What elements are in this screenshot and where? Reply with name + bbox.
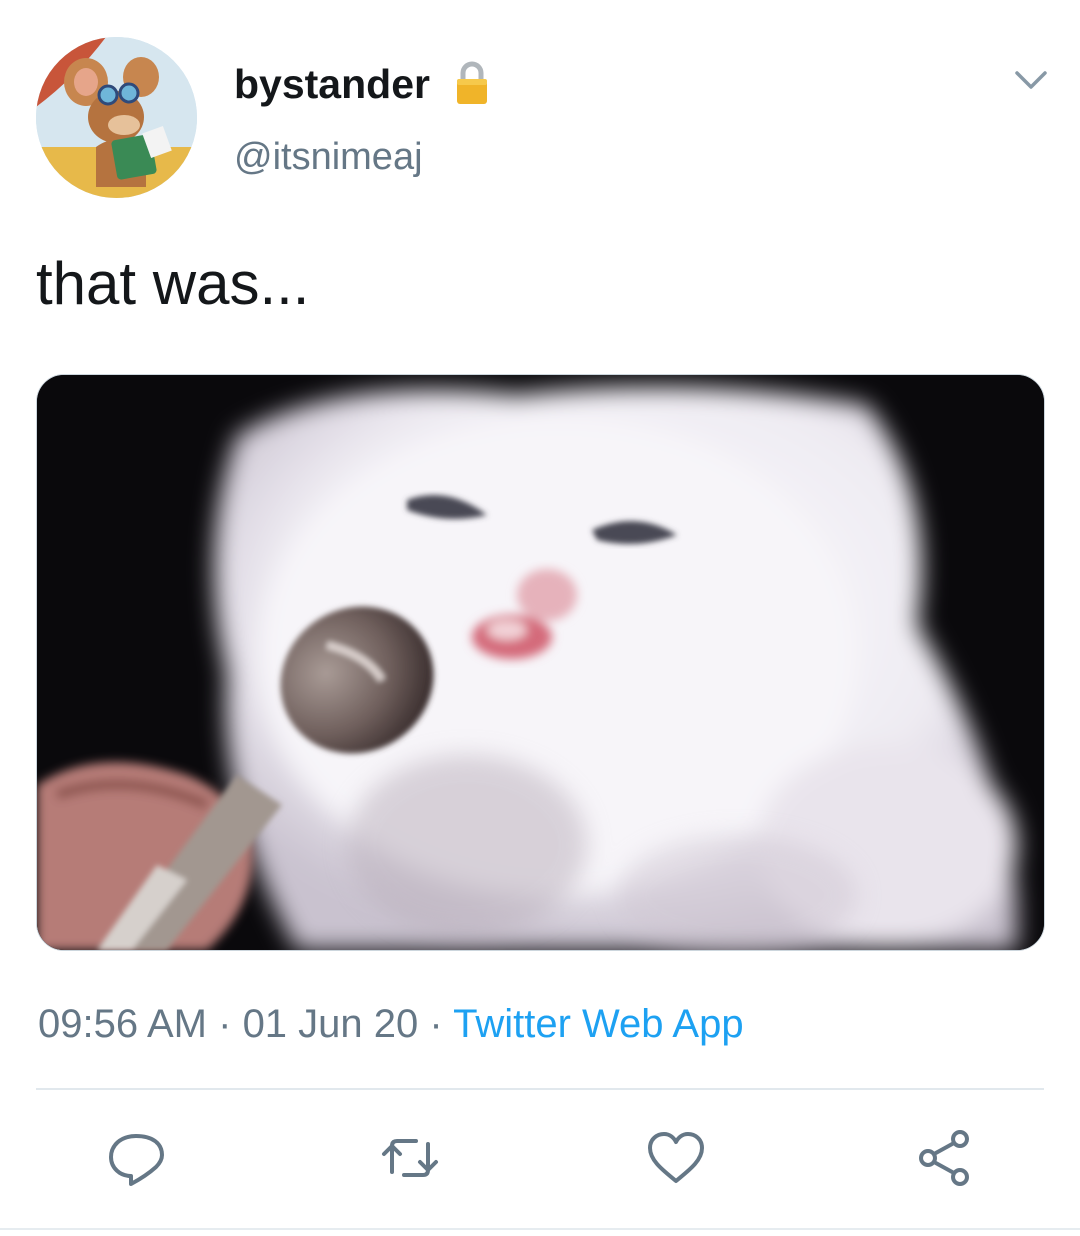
chevron-down-icon[interactable] — [1013, 65, 1049, 95]
tweet-meta: 09:56 AM · 01 Jun 20 · Twitter Web App — [38, 1000, 744, 1048]
lock-icon — [452, 58, 492, 108]
meta-separator: · — [207, 1002, 243, 1046]
kitten-microphone-image — [37, 375, 1044, 950]
retweet-icon — [382, 1139, 438, 1177]
tweet-date: 01 Jun 20 — [242, 1002, 419, 1046]
user-handle[interactable]: @itsnimeaj — [234, 134, 423, 180]
tweet-source-link[interactable]: Twitter Web App — [453, 1002, 744, 1046]
heart-icon — [648, 1132, 704, 1183]
divider — [36, 1088, 1044, 1090]
tweet-time: 09:56 AM — [38, 1002, 208, 1046]
retweet-button[interactable] — [378, 1126, 442, 1190]
share-icon — [919, 1130, 969, 1186]
tweet-text: that was... — [36, 250, 310, 317]
share-button[interactable] — [912, 1126, 976, 1190]
bottom-divider — [0, 1228, 1080, 1230]
display-name[interactable]: bystander — [234, 60, 430, 108]
avatar-image — [36, 37, 197, 198]
like-button[interactable] — [644, 1126, 708, 1190]
reply-button[interactable] — [104, 1126, 168, 1190]
avatar[interactable] — [36, 37, 197, 198]
reply-icon — [109, 1134, 164, 1186]
meta-separator: · — [418, 1002, 454, 1046]
tweet-media-image[interactable] — [36, 374, 1045, 951]
